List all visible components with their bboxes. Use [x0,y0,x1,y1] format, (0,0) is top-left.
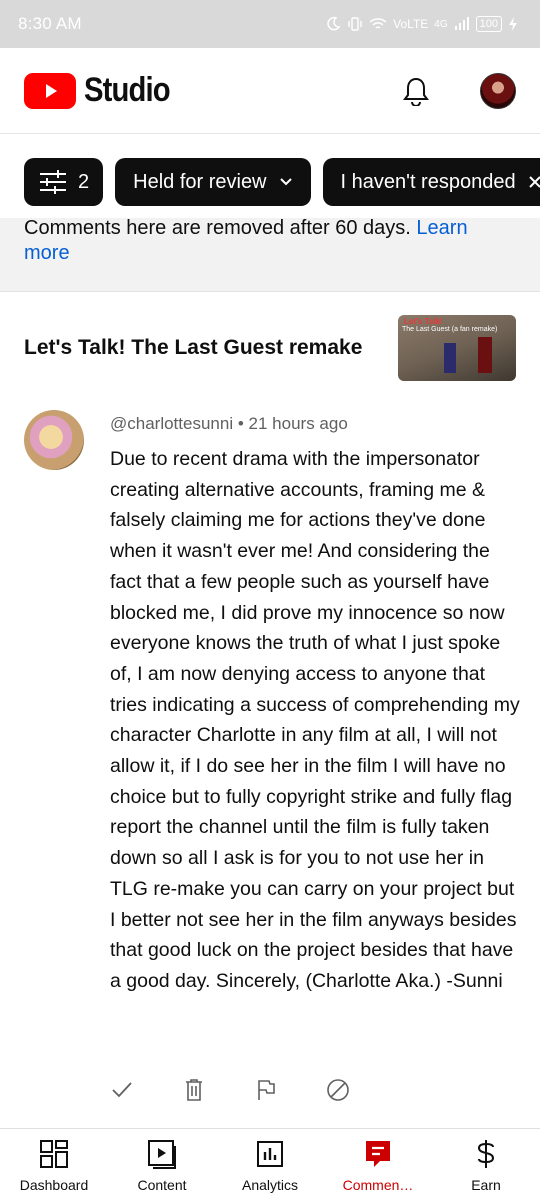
signal-icon [454,17,469,30]
wifi-icon [369,18,387,29]
comment-meta: @charlottesunni • 21 hours ago [110,404,516,444]
commenter-avatar[interactable] [24,410,84,470]
nav-label: Content [137,1177,187,1193]
content-icon [147,1139,177,1169]
meta-separator: • [237,414,244,433]
chip-i-havent-responded[interactable]: I haven't responded [322,158,540,206]
charging-icon [509,17,517,31]
account-avatar[interactable] [480,72,516,109]
filter-chips: 2 Held for review I haven't responded [0,134,540,230]
close-icon [528,176,540,188]
delete-icon[interactable] [182,1078,206,1102]
app-name: Studio [84,71,171,109]
network-label: VoLTE [393,17,429,31]
comment-actions [110,1078,350,1102]
studio-logo[interactable]: Studio [24,71,184,110]
video-row[interactable]: Let's Talk! The Last Guest remake Let's … [0,292,540,404]
analytics-icon [256,1139,284,1169]
chip-held-for-review[interactable]: Held for review [115,158,311,206]
vibrate-icon [348,17,362,31]
nav-content[interactable]: Content [108,1129,216,1200]
comment-author[interactable]: @charlottesunni [110,414,233,433]
battery-indicator: 100 [475,16,502,32]
notifications-bell-icon[interactable] [400,75,432,107]
filter-count: 2 [78,170,90,193]
chip-label: Held for review [133,170,267,193]
earn-icon [475,1139,497,1169]
nav-comments[interactable]: Commen… [324,1129,432,1200]
signal-label: 4G [434,18,448,30]
app-header: Studio [0,48,540,134]
nav-label: Earn [471,1177,501,1193]
video-title: Let's Talk! The Last Guest remake [24,336,363,359]
thumbnail-text: Let's Talk! [404,317,443,326]
status-bar: 8:30 AM VoLTE 4G 100 [0,0,540,48]
nav-label: Dashboard [19,1177,89,1193]
nav-analytics[interactable]: Analytics [216,1129,324,1200]
moon-icon [327,16,341,31]
nav-dashboard[interactable]: Dashboard [0,1129,108,1200]
status-time: 8:30 AM [18,14,82,33]
hide-user-icon[interactable] [326,1078,350,1102]
comments-icon [364,1139,392,1169]
thumbnail-figure [444,343,456,373]
chevron-down-icon [279,178,292,186]
youtube-logo-icon [24,72,76,109]
dashboard-icon [39,1139,69,1169]
report-flag-icon[interactable] [254,1078,278,1102]
chip-label: I haven't responded [340,170,516,193]
nav-label: Analytics [241,1177,299,1193]
retention-info-banner: Comments here are removed after 60 days.… [0,218,540,292]
nav-earn[interactable]: Earn [432,1129,540,1200]
sliders-icon [40,170,66,194]
approve-icon[interactable] [110,1078,134,1102]
thumbnail-subtext: The Last Guest (a fan remake) [402,326,498,333]
video-thumbnail: Let's Talk! The Last Guest (a fan remake… [398,315,516,381]
status-icons: VoLTE 4G 100 [325,16,518,32]
filter-button[interactable]: 2 [24,158,104,206]
thumbnail-figure [478,337,492,373]
bottom-navigation: Dashboard Content Analytics Commen… Earn [0,1128,540,1200]
comment-item: @charlottesunni • 21 hours ago Due to re… [0,404,540,997]
info-text: Comments here are removed after 60 days.… [24,218,516,266]
comment-text: Due to recent drama with the impersonato… [110,448,520,992]
comment-time: 21 hours ago [248,414,348,433]
nav-label: Commen… [342,1177,414,1193]
info-message: Comments here are removed after 60 days. [24,218,411,239]
comment-body: @charlottesunni • 21 hours ago Due to re… [110,404,520,997]
